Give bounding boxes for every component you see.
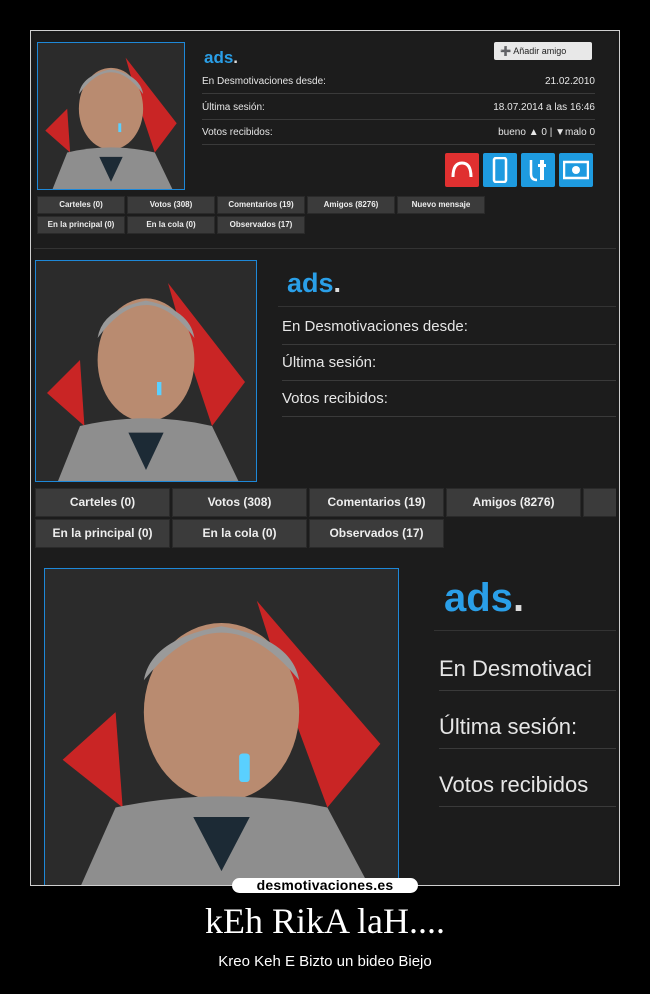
tab-amigos[interactable]: Amigos (8276) bbox=[446, 488, 581, 517]
info-row-votes: Votos recibidos bbox=[439, 772, 616, 807]
id-card-icon[interactable] bbox=[559, 153, 593, 187]
info-row-votes: Votos recibidos: bueno ▲ 0 | ▼malo 0 bbox=[202, 127, 595, 145]
avatar-portrait bbox=[38, 43, 184, 189]
username[interactable]: ads. bbox=[444, 576, 524, 621]
last-session-label: Última sesión: bbox=[282, 354, 377, 371]
username[interactable]: ads. bbox=[287, 268, 341, 299]
info-row-last-session: Última sesión: bbox=[439, 714, 616, 749]
tab-en-la-cola[interactable]: En la cola (0) bbox=[172, 519, 307, 548]
divider bbox=[434, 630, 616, 631]
profile-icon-bar bbox=[445, 153, 593, 187]
since-label: En Desmotivaci bbox=[439, 656, 592, 681]
profile-section-medium: ads. En Desmotivaciones desde: Última se… bbox=[34, 256, 616, 548]
divider bbox=[34, 248, 616, 249]
tab-comentarios[interactable]: Comentarios (19) bbox=[217, 196, 305, 214]
info-row-votes: Votos recibidos: bbox=[282, 390, 616, 417]
avatar bbox=[35, 260, 257, 482]
username-dot: . bbox=[233, 48, 239, 67]
username[interactable]: ads. bbox=[204, 48, 238, 68]
tab-comentarios[interactable]: Comentarios (19) bbox=[309, 488, 444, 517]
username-text: ads bbox=[444, 576, 513, 620]
divider bbox=[278, 306, 616, 307]
poster-title: kEh RikA laH.... bbox=[205, 901, 445, 941]
add-friend-label: Añadir amigo bbox=[513, 46, 567, 56]
add-friend-button[interactable]: ➕ Añadir amigo bbox=[494, 42, 592, 60]
since-label: En Desmotivaciones desde: bbox=[282, 318, 468, 335]
tools-icon[interactable] bbox=[521, 153, 555, 187]
tab-nuevo-mensaje[interactable]: Nuevo mensaje bbox=[397, 196, 485, 214]
site-logo[interactable]: desmotivaciones.es bbox=[232, 878, 418, 893]
tab-en-la-cola[interactable]: En la cola (0) bbox=[127, 216, 215, 234]
poster-subtitle: Kreo Keh E Bizto un bideo Biejo bbox=[218, 953, 432, 970]
tab-en-la-principal[interactable]: En la principal (0) bbox=[35, 519, 170, 548]
tab-nuevo-mensaje-partial[interactable] bbox=[583, 488, 616, 517]
username-text: ads bbox=[287, 268, 334, 298]
avatar bbox=[37, 42, 185, 190]
avatar-portrait bbox=[36, 261, 256, 481]
profile-section-small: ads. ➕ Añadir amigo En Desmotivaciones d… bbox=[34, 34, 616, 256]
tab-carteles[interactable]: Carteles (0) bbox=[37, 196, 125, 214]
tab-bar-row2: En la principal (0) En la cola (0) Obser… bbox=[37, 216, 305, 234]
info-row-last-session: Última sesión: bbox=[282, 354, 616, 381]
votes-label: Votos recibidos bbox=[439, 772, 589, 797]
info-row-last-session: Última sesión: 18.07.2014 a las 16:46 bbox=[202, 102, 595, 120]
last-session-value: 18.07.2014 a las 16:46 bbox=[493, 102, 595, 113]
tab-bar-row1: Carteles (0) Votos (308) Comentarios (19… bbox=[37, 196, 485, 214]
since-value: 21.02.2010 bbox=[544, 76, 595, 87]
add-user-icon: ➕ bbox=[500, 46, 512, 56]
username-text: ads bbox=[204, 48, 234, 67]
tab-votos[interactable]: Votos (308) bbox=[172, 488, 307, 517]
last-session-label: Última sesión: bbox=[202, 102, 265, 113]
since-label: En Desmotivaciones desde: bbox=[202, 76, 326, 87]
info-row-since: En Desmotivaci bbox=[439, 656, 616, 691]
tab-bar-row1: Carteles (0) Votos (308) Comentarios (19… bbox=[35, 488, 616, 517]
avatar bbox=[44, 568, 399, 885]
avatar-portrait bbox=[45, 569, 398, 885]
votes-label: Votos recibidos: bbox=[202, 127, 273, 138]
info-row-since: En Desmotivaciones desde: bbox=[282, 318, 616, 345]
phone-icon[interactable] bbox=[483, 153, 517, 187]
tab-bar-row2: En la principal (0) En la cola (0) Obser… bbox=[35, 519, 444, 548]
poster-frame: ads. ➕ Añadir amigo En Desmotivaciones d… bbox=[30, 30, 620, 886]
tab-votos[interactable]: Votos (308) bbox=[127, 196, 215, 214]
tab-observados[interactable]: Observados (17) bbox=[217, 216, 305, 234]
helmet-icon[interactable] bbox=[445, 153, 479, 187]
profile-section-large: ads. En Desmotivaci Última sesión: Votos… bbox=[34, 566, 616, 885]
username-dot: . bbox=[512, 576, 525, 620]
votes-label: Votos recibidos: bbox=[282, 390, 388, 407]
info-row-since: En Desmotivaciones desde: 21.02.2010 bbox=[202, 76, 595, 94]
last-session-label: Última sesión: bbox=[439, 714, 578, 739]
poster-image: ads. ➕ Añadir amigo En Desmotivaciones d… bbox=[34, 34, 616, 885]
tab-carteles[interactable]: Carteles (0) bbox=[35, 488, 170, 517]
votes-value: bueno ▲ 0 | ▼malo 0 bbox=[498, 127, 595, 138]
tab-amigos[interactable]: Amigos (8276) bbox=[307, 196, 395, 214]
tab-observados[interactable]: Observados (17) bbox=[309, 519, 444, 548]
tab-en-la-principal[interactable]: En la principal (0) bbox=[37, 216, 125, 234]
username-dot: . bbox=[333, 268, 342, 298]
